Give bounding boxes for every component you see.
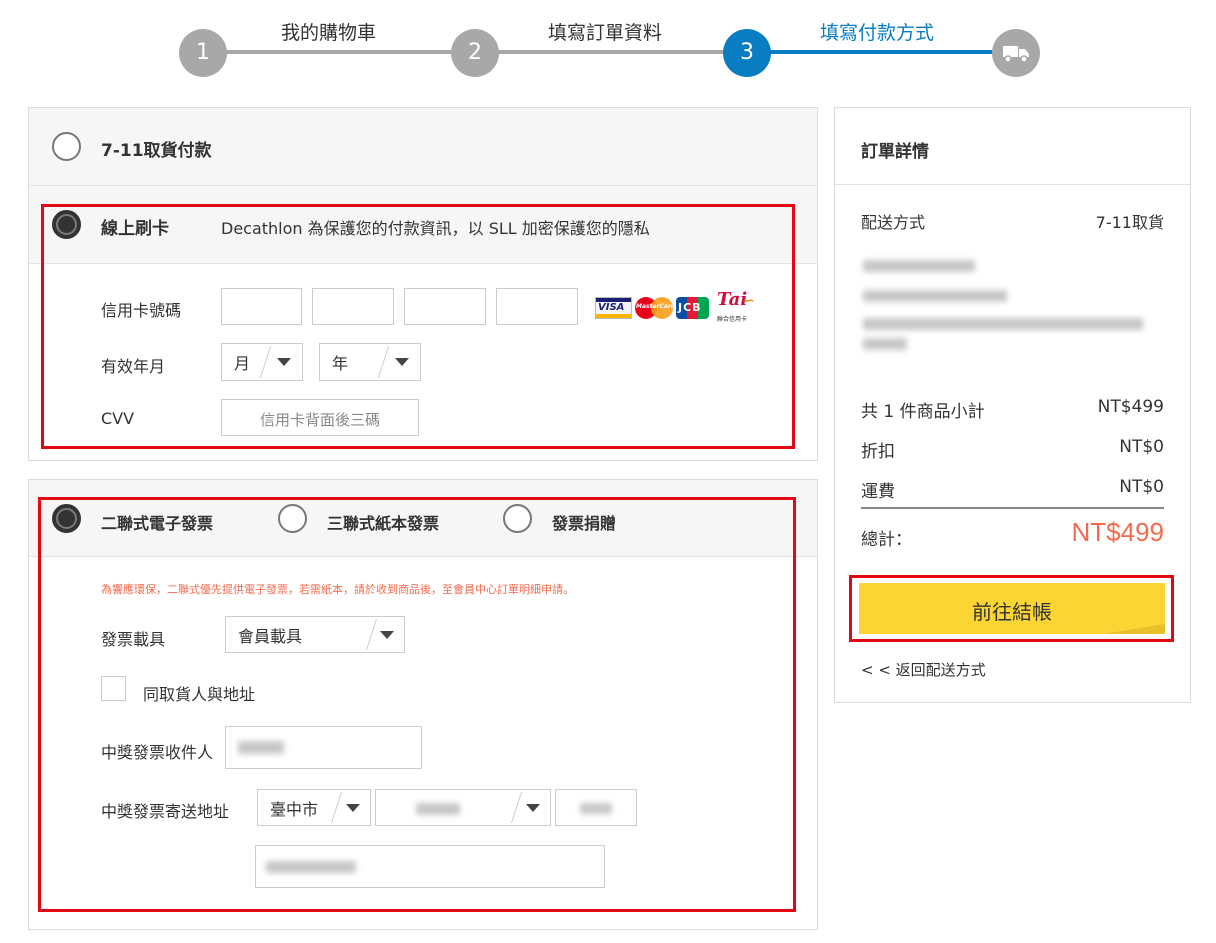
payment-711-row[interactable]: 7-11取貨付款	[29, 108, 817, 186]
payment-711-label: 7-11取貨付款	[101, 141, 212, 161]
freight-label: 運費	[861, 482, 895, 502]
subtotal-value: NT$499	[1097, 397, 1164, 417]
subtotal-label: 共 1 件商品小計	[861, 402, 985, 422]
discount-value: NT$0	[1119, 437, 1164, 457]
total-value: NT$499	[1071, 517, 1165, 547]
truck-icon	[1003, 46, 1029, 63]
freight-value: NT$0	[1119, 477, 1164, 497]
discount-label: 折扣	[861, 442, 895, 462]
highlight-card-section	[41, 204, 795, 449]
summary-title: 訂單詳情	[861, 142, 929, 162]
back-to-shipping-link[interactable]: < < 返回配送方式	[861, 659, 986, 680]
highlight-checkout-button	[849, 575, 1174, 642]
step-3-label: 填寫付款方式	[820, 22, 935, 44]
payment-711-radio[interactable]	[52, 132, 81, 161]
step-connector-2	[496, 50, 724, 54]
step-2-label: 填寫訂單資料	[548, 22, 663, 44]
step-1-circle: 1	[179, 29, 227, 77]
summary-header: 訂單詳情	[835, 108, 1190, 185]
shipping-method-value: 7-11取貨	[1095, 213, 1164, 232]
highlight-invoice-section	[38, 497, 796, 912]
step-3-number: 3	[740, 40, 754, 65]
step-1-label: 我的購物車	[281, 22, 377, 44]
step-2-circle: 2	[451, 29, 499, 77]
step-3-circle: 3	[723, 29, 771, 77]
shipping-method-label: 配送方式	[861, 213, 926, 232]
step-4-circle	[992, 29, 1040, 77]
step-connector-3	[768, 50, 996, 54]
total-divider	[861, 507, 1164, 509]
step-1-number: 1	[196, 40, 210, 65]
step-2-number: 2	[468, 40, 482, 65]
step-connector-1	[224, 50, 452, 54]
total-label: 總計：	[861, 530, 912, 550]
